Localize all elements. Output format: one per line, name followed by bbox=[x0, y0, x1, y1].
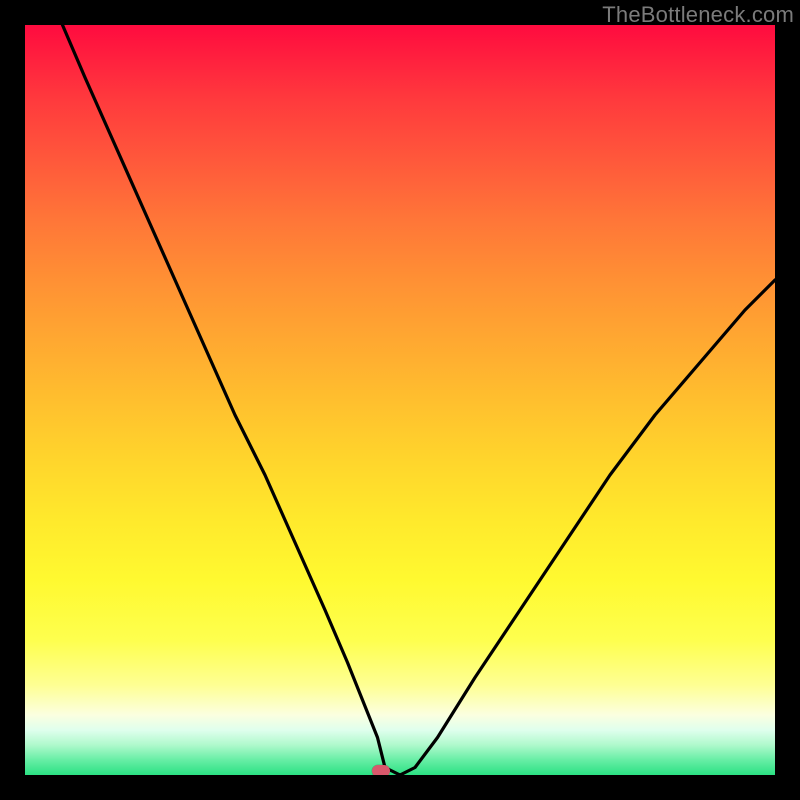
plot-area bbox=[25, 25, 775, 775]
bottleneck-curve-svg bbox=[25, 25, 775, 775]
chart-frame: TheBottleneck.com bbox=[0, 0, 800, 800]
optimal-point-marker bbox=[372, 765, 390, 775]
bottleneck-curve bbox=[63, 25, 776, 775]
